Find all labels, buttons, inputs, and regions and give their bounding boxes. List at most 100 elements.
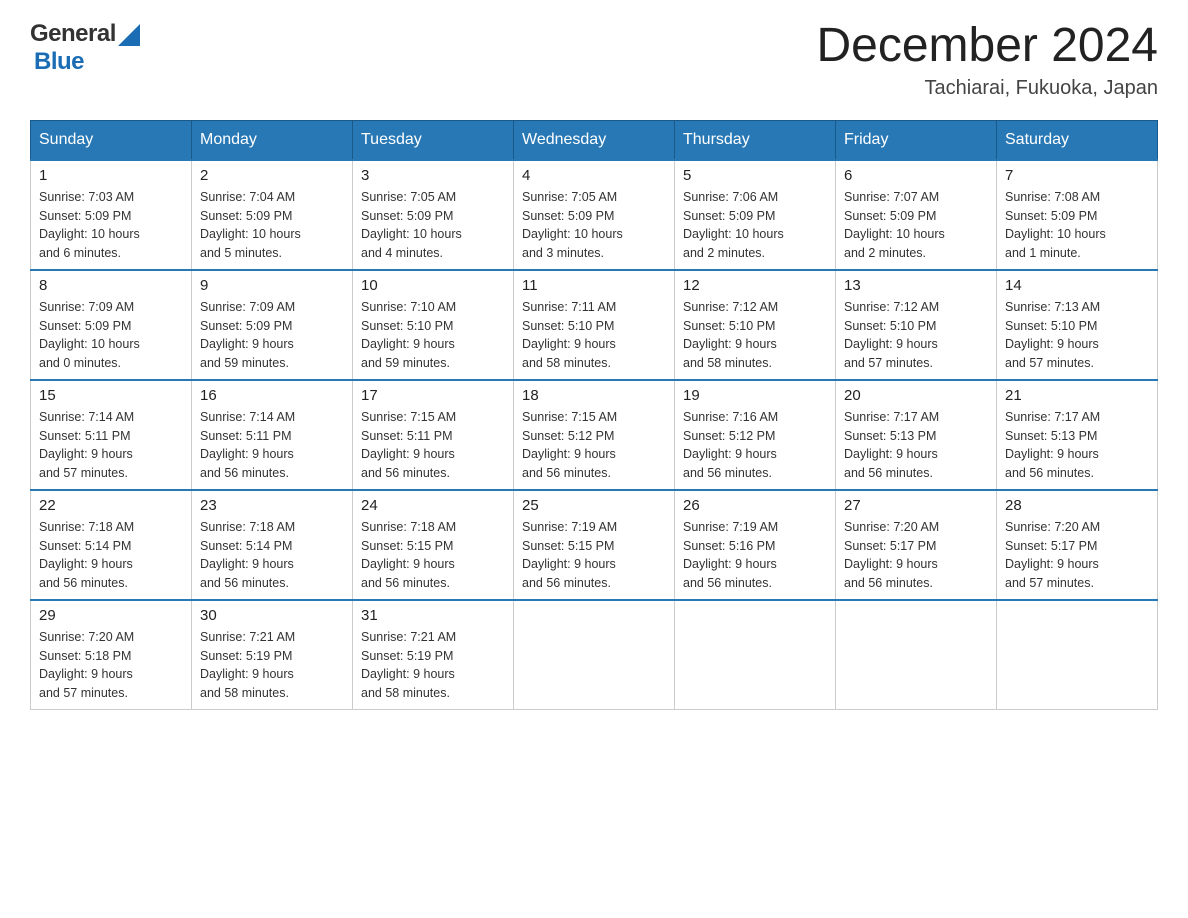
calendar-cell: 25 Sunrise: 7:19 AMSunset: 5:15 PMDaylig…: [514, 490, 675, 600]
calendar-cell: 21 Sunrise: 7:17 AMSunset: 5:13 PMDaylig…: [997, 380, 1158, 490]
day-number: 28: [1005, 497, 1149, 514]
day-info: Sunrise: 7:05 AMSunset: 5:09 PMDaylight:…: [522, 188, 666, 263]
day-number: 22: [39, 497, 183, 514]
day-number: 30: [200, 607, 344, 624]
calendar-cell: [997, 600, 1158, 710]
calendar-cell: 8 Sunrise: 7:09 AMSunset: 5:09 PMDayligh…: [31, 270, 192, 380]
day-info: Sunrise: 7:17 AMSunset: 5:13 PMDaylight:…: [1005, 408, 1149, 483]
day-number: 29: [39, 607, 183, 624]
day-number: 26: [683, 497, 827, 514]
day-number: 3: [361, 167, 505, 184]
day-info: Sunrise: 7:15 AMSunset: 5:12 PMDaylight:…: [522, 408, 666, 483]
day-info: Sunrise: 7:15 AMSunset: 5:11 PMDaylight:…: [361, 408, 505, 483]
page-header: General Blue December 2024 Tachiarai, Fu…: [30, 20, 1158, 100]
day-info: Sunrise: 7:18 AMSunset: 5:15 PMDaylight:…: [361, 518, 505, 593]
day-info: Sunrise: 7:16 AMSunset: 5:12 PMDaylight:…: [683, 408, 827, 483]
day-number: 18: [522, 387, 666, 404]
day-info: Sunrise: 7:21 AMSunset: 5:19 PMDaylight:…: [361, 628, 505, 703]
weekday-header-wednesday: Wednesday: [514, 120, 675, 160]
calendar-cell: 17 Sunrise: 7:15 AMSunset: 5:11 PMDaylig…: [353, 380, 514, 490]
calendar-cell: 18 Sunrise: 7:15 AMSunset: 5:12 PMDaylig…: [514, 380, 675, 490]
calendar-cell: 10 Sunrise: 7:10 AMSunset: 5:10 PMDaylig…: [353, 270, 514, 380]
calendar-cell: 26 Sunrise: 7:19 AMSunset: 5:16 PMDaylig…: [675, 490, 836, 600]
day-info: Sunrise: 7:09 AMSunset: 5:09 PMDaylight:…: [39, 298, 183, 373]
weekday-header-tuesday: Tuesday: [353, 120, 514, 160]
day-info: Sunrise: 7:03 AMSunset: 5:09 PMDaylight:…: [39, 188, 183, 263]
day-info: Sunrise: 7:19 AMSunset: 5:15 PMDaylight:…: [522, 518, 666, 593]
calendar-cell: 12 Sunrise: 7:12 AMSunset: 5:10 PMDaylig…: [675, 270, 836, 380]
day-number: 20: [844, 387, 988, 404]
day-info: Sunrise: 7:09 AMSunset: 5:09 PMDaylight:…: [200, 298, 344, 373]
calendar-cell: 7 Sunrise: 7:08 AMSunset: 5:09 PMDayligh…: [997, 160, 1158, 270]
calendar-cell: 16 Sunrise: 7:14 AMSunset: 5:11 PMDaylig…: [192, 380, 353, 490]
weekday-header-thursday: Thursday: [675, 120, 836, 160]
day-info: Sunrise: 7:12 AMSunset: 5:10 PMDaylight:…: [844, 298, 988, 373]
day-number: 1: [39, 167, 183, 184]
calendar-cell: 28 Sunrise: 7:20 AMSunset: 5:17 PMDaylig…: [997, 490, 1158, 600]
day-number: 5: [683, 167, 827, 184]
calendar-cell: 27 Sunrise: 7:20 AMSunset: 5:17 PMDaylig…: [836, 490, 997, 600]
day-info: Sunrise: 7:14 AMSunset: 5:11 PMDaylight:…: [200, 408, 344, 483]
day-number: 31: [361, 607, 505, 624]
calendar-cell: 11 Sunrise: 7:11 AMSunset: 5:10 PMDaylig…: [514, 270, 675, 380]
day-info: Sunrise: 7:20 AMSunset: 5:17 PMDaylight:…: [1005, 518, 1149, 593]
week-row-3: 15 Sunrise: 7:14 AMSunset: 5:11 PMDaylig…: [31, 380, 1158, 490]
calendar-cell: 30 Sunrise: 7:21 AMSunset: 5:19 PMDaylig…: [192, 600, 353, 710]
calendar-cell: 23 Sunrise: 7:18 AMSunset: 5:14 PMDaylig…: [192, 490, 353, 600]
calendar-cell: 13 Sunrise: 7:12 AMSunset: 5:10 PMDaylig…: [836, 270, 997, 380]
calendar-cell: 19 Sunrise: 7:16 AMSunset: 5:12 PMDaylig…: [675, 380, 836, 490]
day-info: Sunrise: 7:19 AMSunset: 5:16 PMDaylight:…: [683, 518, 827, 593]
day-number: 17: [361, 387, 505, 404]
calendar-cell: [514, 600, 675, 710]
calendar-cell: 29 Sunrise: 7:20 AMSunset: 5:18 PMDaylig…: [31, 600, 192, 710]
day-info: Sunrise: 7:14 AMSunset: 5:11 PMDaylight:…: [39, 408, 183, 483]
calendar-cell: 22 Sunrise: 7:18 AMSunset: 5:14 PMDaylig…: [31, 490, 192, 600]
calendar-cell: 6 Sunrise: 7:07 AMSunset: 5:09 PMDayligh…: [836, 160, 997, 270]
week-row-5: 29 Sunrise: 7:20 AMSunset: 5:18 PMDaylig…: [31, 600, 1158, 710]
day-info: Sunrise: 7:07 AMSunset: 5:09 PMDaylight:…: [844, 188, 988, 263]
weekday-header-friday: Friday: [836, 120, 997, 160]
day-info: Sunrise: 7:20 AMSunset: 5:17 PMDaylight:…: [844, 518, 988, 593]
week-row-4: 22 Sunrise: 7:18 AMSunset: 5:14 PMDaylig…: [31, 490, 1158, 600]
day-number: 9: [200, 277, 344, 294]
day-number: 7: [1005, 167, 1149, 184]
weekday-header-sunday: Sunday: [31, 120, 192, 160]
title-section: December 2024 Tachiarai, Fukuoka, Japan: [816, 20, 1158, 100]
day-number: 24: [361, 497, 505, 514]
weekday-header-row: SundayMondayTuesdayWednesdayThursdayFrid…: [31, 120, 1158, 160]
day-number: 25: [522, 497, 666, 514]
calendar-cell: 4 Sunrise: 7:05 AMSunset: 5:09 PMDayligh…: [514, 160, 675, 270]
weekday-header-saturday: Saturday: [997, 120, 1158, 160]
day-number: 8: [39, 277, 183, 294]
day-number: 12: [683, 277, 827, 294]
week-row-1: 1 Sunrise: 7:03 AMSunset: 5:09 PMDayligh…: [31, 160, 1158, 270]
day-info: Sunrise: 7:08 AMSunset: 5:09 PMDaylight:…: [1005, 188, 1149, 263]
calendar-cell: 31 Sunrise: 7:21 AMSunset: 5:19 PMDaylig…: [353, 600, 514, 710]
calendar-cell: 14 Sunrise: 7:13 AMSunset: 5:10 PMDaylig…: [997, 270, 1158, 380]
day-number: 15: [39, 387, 183, 404]
day-info: Sunrise: 7:18 AMSunset: 5:14 PMDaylight:…: [200, 518, 344, 593]
day-number: 11: [522, 277, 666, 294]
day-number: 21: [1005, 387, 1149, 404]
day-info: Sunrise: 7:18 AMSunset: 5:14 PMDaylight:…: [39, 518, 183, 593]
day-number: 27: [844, 497, 988, 514]
calendar-cell: 3 Sunrise: 7:05 AMSunset: 5:09 PMDayligh…: [353, 160, 514, 270]
day-number: 19: [683, 387, 827, 404]
calendar-cell: 9 Sunrise: 7:09 AMSunset: 5:09 PMDayligh…: [192, 270, 353, 380]
day-number: 6: [844, 167, 988, 184]
day-number: 16: [200, 387, 344, 404]
day-number: 23: [200, 497, 344, 514]
calendar-cell: [836, 600, 997, 710]
day-number: 2: [200, 167, 344, 184]
day-number: 14: [1005, 277, 1149, 294]
calendar-cell: [675, 600, 836, 710]
week-row-2: 8 Sunrise: 7:09 AMSunset: 5:09 PMDayligh…: [31, 270, 1158, 380]
calendar-cell: 5 Sunrise: 7:06 AMSunset: 5:09 PMDayligh…: [675, 160, 836, 270]
month-year-title: December 2024: [816, 20, 1158, 73]
logo-triangle-icon: [118, 24, 140, 46]
logo-general-text: General: [30, 20, 116, 48]
day-info: Sunrise: 7:13 AMSunset: 5:10 PMDaylight:…: [1005, 298, 1149, 373]
day-number: 13: [844, 277, 988, 294]
calendar-cell: 24 Sunrise: 7:18 AMSunset: 5:15 PMDaylig…: [353, 490, 514, 600]
calendar-cell: 1 Sunrise: 7:03 AMSunset: 5:09 PMDayligh…: [31, 160, 192, 270]
